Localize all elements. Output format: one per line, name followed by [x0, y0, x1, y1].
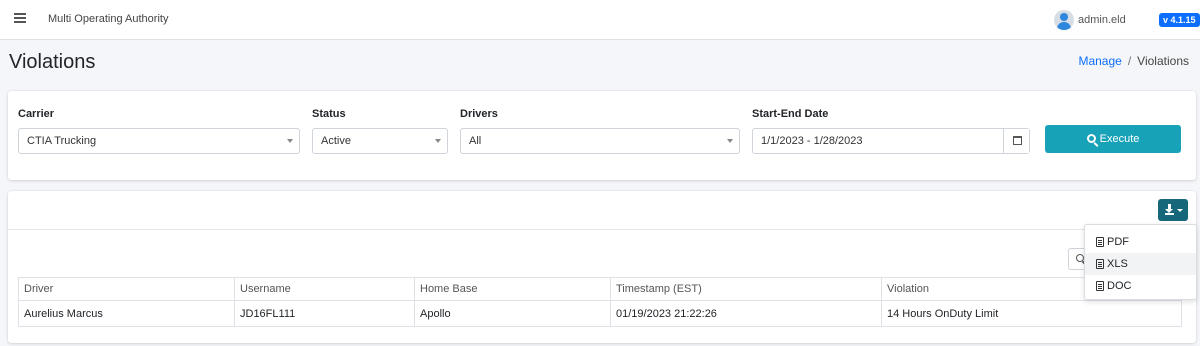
header-divider — [8, 229, 1196, 230]
table-header-row: Driver Username Home Base Timestamp (EST… — [18, 277, 1182, 301]
date-range-label: Start-End Date — [752, 108, 829, 120]
file-excel-icon — [1096, 259, 1104, 269]
carrier-label: Carrier — [18, 108, 55, 120]
date-range-input[interactable]: 1/1/2023 - 1/28/2023 — [752, 128, 1030, 154]
chevron-down-icon — [727, 139, 733, 143]
column-header-username[interactable]: Username — [234, 277, 415, 301]
drivers-select[interactable]: All — [460, 128, 740, 154]
user-avatar-icon[interactable] — [1054, 10, 1074, 30]
drivers-select-value: All — [469, 135, 482, 147]
export-doc-item[interactable]: DOC — [1085, 275, 1196, 297]
violations-table: Driver Username Home Base Timestamp (EST… — [18, 277, 1182, 327]
caret-down-icon — [1177, 209, 1183, 212]
cell-home-base: Apollo — [414, 300, 611, 327]
column-header-driver[interactable]: Driver — [18, 277, 235, 301]
breadcrumb-current: Violations — [1137, 54, 1189, 68]
export-dropdown-menu: PDF XLS DOC — [1084, 224, 1197, 300]
cell-driver: Aurelius Marcus — [18, 300, 235, 327]
carrier-select-value: CTIA Trucking — [27, 135, 97, 147]
chevron-down-icon — [287, 139, 293, 143]
export-dropdown-button[interactable] — [1158, 199, 1188, 221]
status-select-value: Active — [321, 135, 351, 147]
status-select[interactable]: Active — [312, 128, 448, 154]
execute-button[interactable]: Execute — [1045, 125, 1181, 153]
breadcrumb-separator: / — [1127, 54, 1132, 68]
app-title: Multi Operating Authority — [48, 13, 169, 25]
drivers-label: Drivers — [460, 108, 498, 120]
search-icon — [1086, 134, 1096, 143]
cell-username: JD16FL111 — [234, 300, 415, 327]
breadcrumb-manage-link[interactable]: Manage — [1078, 54, 1121, 68]
column-header-home-base[interactable]: Home Base — [414, 277, 611, 301]
table-row[interactable]: Aurelius Marcus JD16FL111 Apollo 01/19/2… — [18, 300, 1182, 327]
breadcrumb: Manage / Violations — [1078, 54, 1189, 68]
execute-button-label: Execute — [1099, 133, 1140, 145]
calendar-icon — [1013, 136, 1022, 145]
export-pdf-label: PDF — [1107, 236, 1129, 248]
export-doc-label: DOC — [1107, 280, 1132, 292]
page-title: Violations — [9, 51, 96, 73]
status-label: Status — [312, 108, 346, 120]
export-xls-item[interactable]: XLS — [1085, 253, 1196, 275]
export-pdf-item[interactable]: PDF — [1085, 231, 1196, 253]
download-icon — [1165, 204, 1174, 215]
export-xls-label: XLS — [1107, 258, 1128, 270]
filter-panel: Carrier CTIA Trucking Status Active Driv… — [8, 91, 1196, 180]
column-header-timestamp[interactable]: Timestamp (EST) — [610, 277, 882, 301]
version-badge: v 4.1.15 — [1159, 13, 1200, 27]
carrier-select[interactable]: CTIA Trucking — [18, 128, 300, 154]
search-icon — [1076, 254, 1084, 262]
menu-toggle-icon[interactable] — [14, 13, 26, 23]
results-panel: Driver Username Home Base Timestamp (EST… — [8, 191, 1196, 343]
file-pdf-icon — [1096, 237, 1104, 247]
file-word-icon — [1096, 281, 1104, 291]
top-navbar: Multi Operating Authority admin.eld v 4.… — [0, 0, 1200, 40]
username[interactable]: admin.eld — [1078, 14, 1126, 26]
cell-timestamp: 01/19/2023 21:22:26 — [610, 300, 882, 327]
calendar-button[interactable] — [1003, 129, 1029, 153]
date-range-value: 1/1/2023 - 1/28/2023 — [761, 135, 863, 147]
chevron-down-icon — [435, 139, 441, 143]
cell-violation: 14 Hours OnDuty Limit — [881, 300, 1182, 327]
